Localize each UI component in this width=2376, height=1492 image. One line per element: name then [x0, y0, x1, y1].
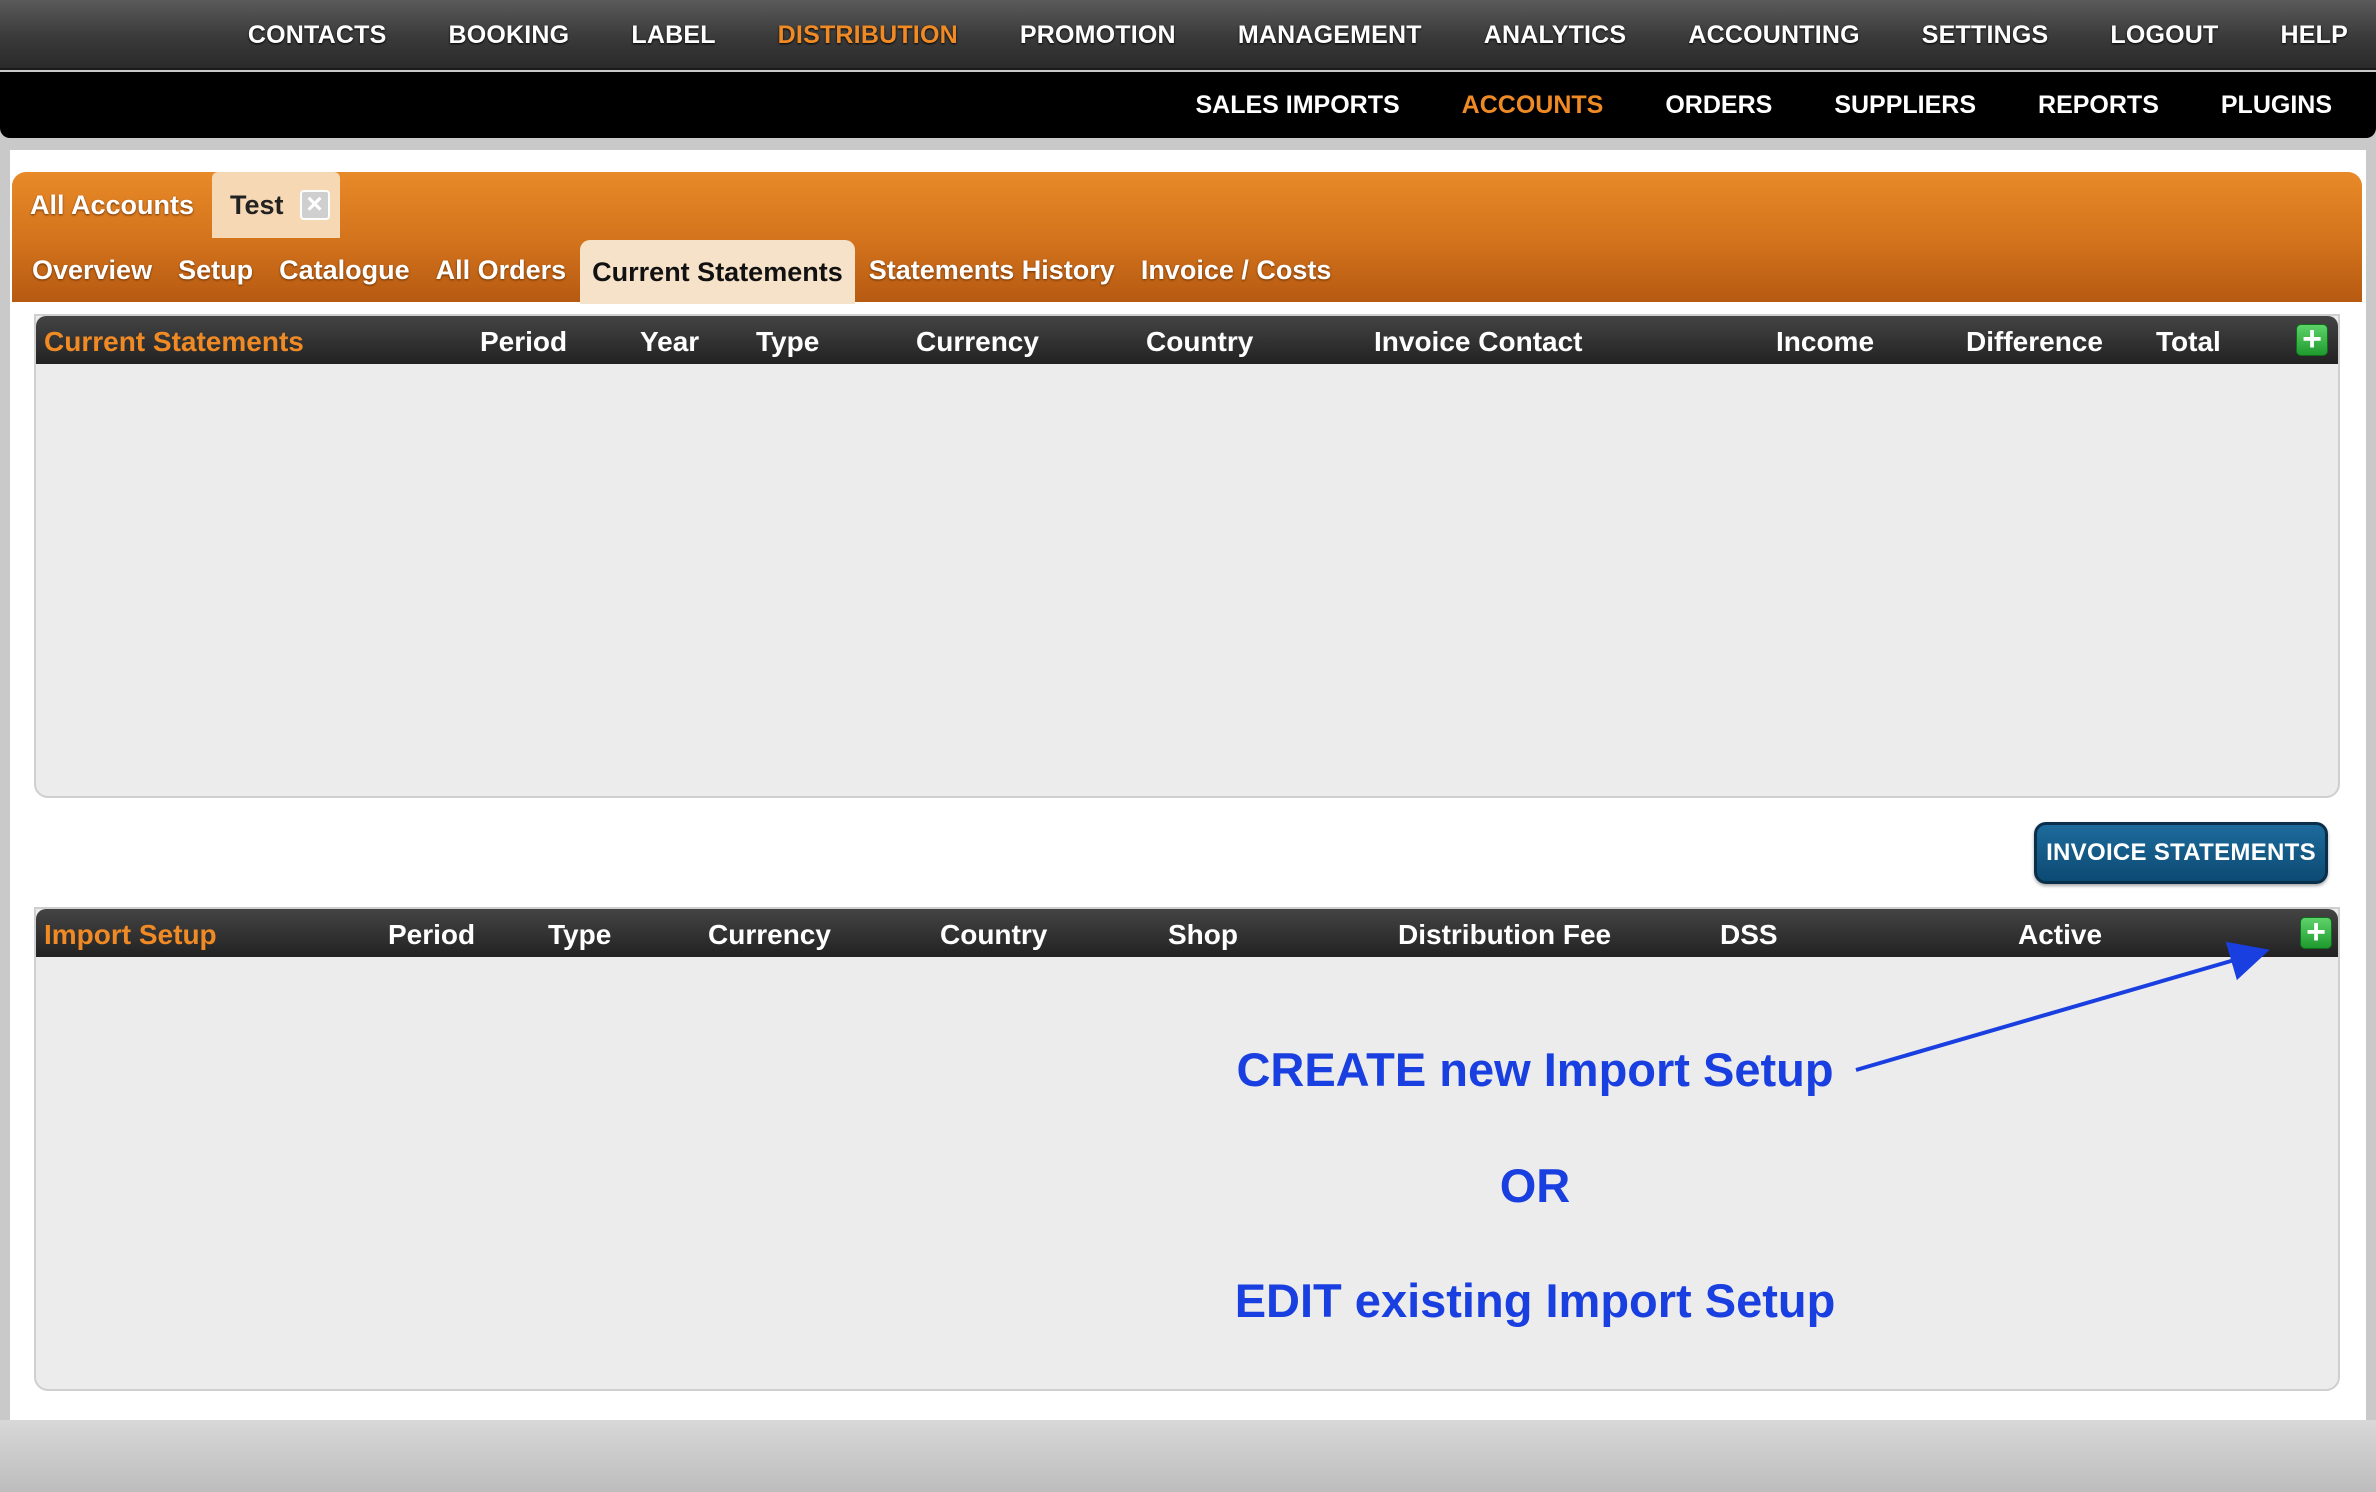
col-total[interactable]: Total: [2156, 326, 2221, 358]
col-shop[interactable]: Shop: [1168, 919, 1238, 951]
tab-invoice-costs[interactable]: Invoice / Costs: [1129, 240, 1344, 300]
subnav-reports[interactable]: REPORTS: [2038, 91, 2159, 120]
subnav-accounts[interactable]: ACCOUNTS: [1462, 91, 1604, 120]
annotation-or: OR: [1499, 1159, 1571, 1212]
section-tabs: Overview Setup Catalogue All Orders Curr…: [12, 238, 1345, 304]
col-active[interactable]: Active: [2018, 919, 2102, 951]
col-country[interactable]: Country: [940, 919, 1047, 951]
subnav-orders[interactable]: ORDERS: [1665, 91, 1772, 120]
bottom-shade: [0, 1420, 2376, 1492]
annotation-edit: EDIT existing Import Setup: [1234, 1274, 1836, 1327]
nav-settings[interactable]: SETTINGS: [1922, 21, 2049, 50]
nav-booking[interactable]: BOOKING: [448, 21, 569, 50]
nav-logout[interactable]: LOGOUT: [2110, 21, 2218, 50]
tab-setup[interactable]: Setup: [166, 240, 265, 300]
col-type[interactable]: Type: [548, 919, 611, 951]
col-dss[interactable]: DSS: [1720, 919, 1778, 951]
col-period[interactable]: Period: [480, 326, 567, 358]
col-difference[interactable]: Difference: [1966, 326, 2103, 358]
current-statements-panel: Current Statements Period Year Type Curr…: [34, 314, 2340, 798]
col-invoice-contact[interactable]: Invoice Contact: [1374, 326, 1582, 358]
col-year[interactable]: Year: [640, 326, 699, 358]
col-distribution-fee[interactable]: Distribution Fee: [1398, 919, 1611, 951]
nav-analytics[interactable]: ANALYTICS: [1484, 21, 1627, 50]
sub-nav: SALES IMPORTS ACCOUNTS ORDERS SUPPLIERS …: [0, 72, 2376, 138]
tab-catalogue[interactable]: Catalogue: [267, 240, 422, 300]
col-type[interactable]: Type: [756, 326, 819, 358]
tab-current-statements[interactable]: Current Statements: [580, 240, 855, 304]
tab-statements-history[interactable]: Statements History: [857, 240, 1127, 300]
col-income[interactable]: Income: [1776, 326, 1874, 358]
tab-account-test-label: Test: [230, 189, 284, 220]
nav-promotion[interactable]: PROMOTION: [1020, 21, 1176, 50]
account-tab-bar: All Accounts Test × Overview Setup Catal…: [12, 172, 2362, 304]
col-currency[interactable]: Currency: [708, 919, 831, 951]
import-setup-header: Import Setup Period Type Currency Countr…: [36, 909, 2338, 957]
subnav-suppliers[interactable]: SUPPLIERS: [1834, 91, 1976, 120]
add-statement-plus-icon[interactable]: +: [2296, 322, 2328, 356]
invoice-statements-button[interactable]: INVOICE STATEMENTS: [2034, 822, 2328, 884]
tab-all-accounts[interactable]: All Accounts: [12, 172, 212, 238]
import-setup-title: Import Setup: [44, 919, 217, 950]
col-period[interactable]: Period: [388, 919, 475, 951]
main-nav: CONTACTS BOOKING LABEL DISTRIBUTION PROM…: [0, 0, 2376, 70]
account-tabs: All Accounts Test ×: [12, 172, 340, 238]
tab-all-orders[interactable]: All Orders: [424, 240, 579, 300]
nav-contacts[interactable]: CONTACTS: [248, 21, 387, 50]
nav-help[interactable]: HELP: [2281, 21, 2348, 50]
nav-accounting[interactable]: ACCOUNTING: [1688, 21, 1859, 50]
col-currency[interactable]: Currency: [916, 326, 1039, 358]
nav-label[interactable]: LABEL: [631, 21, 715, 50]
add-import-setup-plus-icon[interactable]: +: [2300, 915, 2332, 949]
subnav-sales-imports[interactable]: SALES IMPORTS: [1195, 91, 1399, 120]
subnav-plugins[interactable]: PLUGINS: [2221, 91, 2332, 120]
current-statements-title: Current Statements: [44, 326, 304, 357]
col-country[interactable]: Country: [1146, 326, 1253, 358]
annotation-create: CREATE new Import Setup: [1236, 1043, 1834, 1096]
nav-distribution[interactable]: DISTRIBUTION: [778, 21, 958, 50]
tab-account-test[interactable]: Test ×: [212, 172, 340, 238]
close-icon[interactable]: ×: [299, 190, 330, 220]
nav-management[interactable]: MANAGEMENT: [1238, 21, 1422, 50]
current-statements-header: Current Statements Period Year Type Curr…: [36, 316, 2338, 364]
tab-overview[interactable]: Overview: [20, 240, 164, 300]
